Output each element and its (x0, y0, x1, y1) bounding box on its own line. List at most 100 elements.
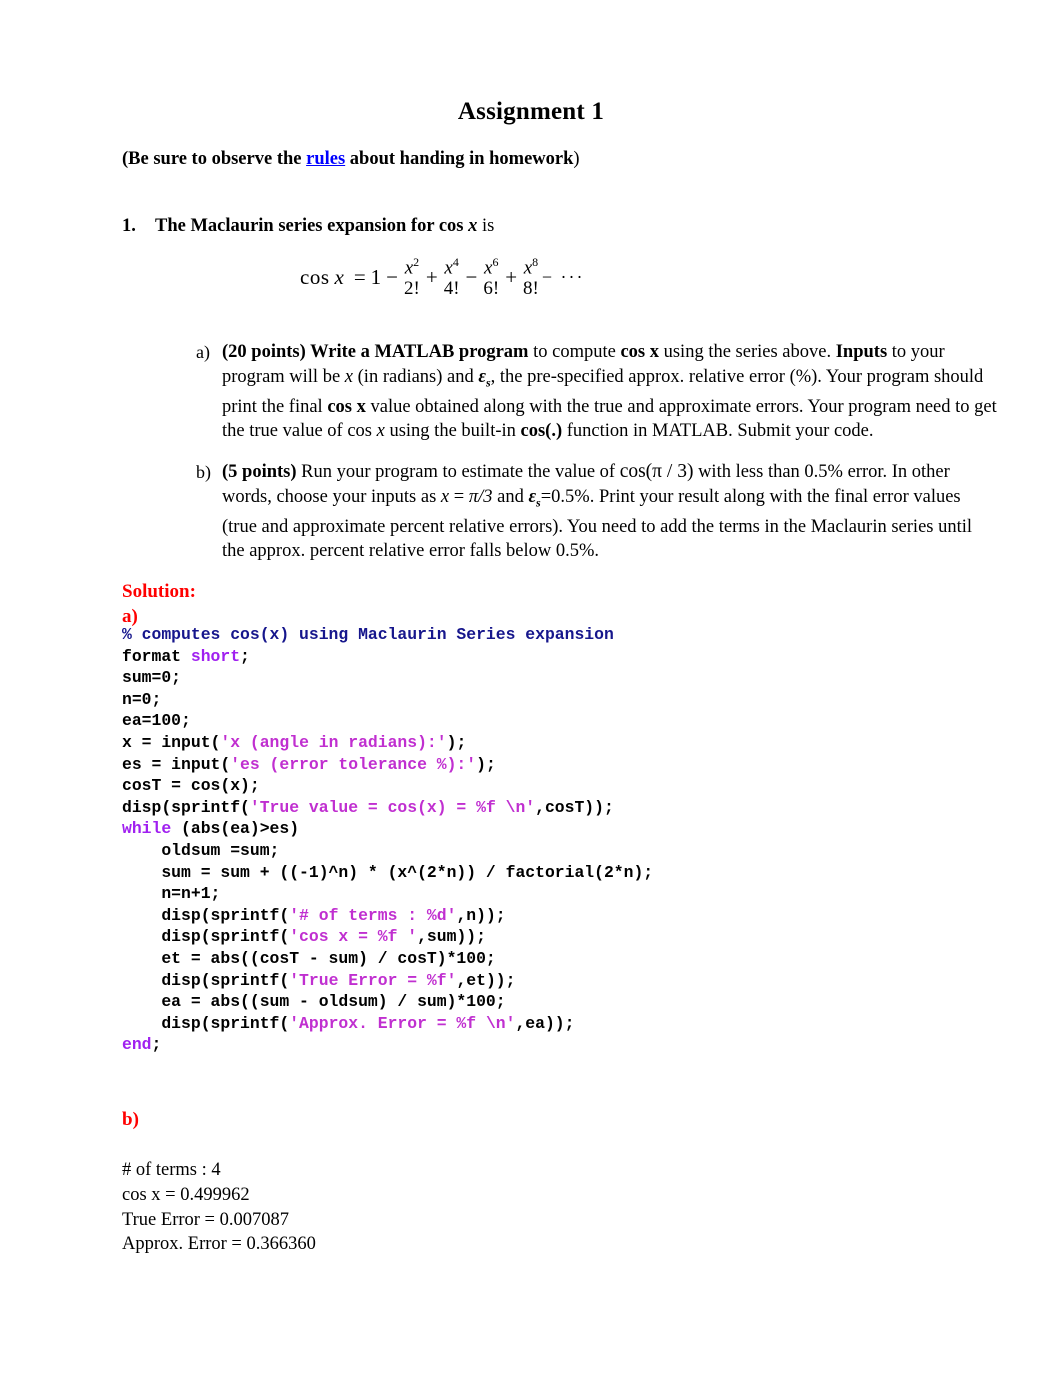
code-token-plain: disp(sprintf( (122, 970, 290, 990)
part-a-cos-dot: cos(.) (520, 421, 563, 442)
code-token-plain: ); (446, 732, 467, 752)
code-token-str: 'True value = cos(x) = %f \n' (249, 797, 536, 817)
part-a-cosx-2: cos x (327, 396, 366, 417)
part-b-epsilon: εs (528, 487, 540, 510)
code-token-plain: cosT = cos(x); (122, 776, 260, 796)
page-title: Assignment 1 (457, 98, 605, 125)
equation-fraction-2: x4 4! (444, 256, 460, 298)
result-line: Approx. Error = 0.366360 (122, 1234, 316, 1255)
code-line: sum=0; (122, 667, 653, 689)
code-token-comment: % computes cos(x) using Maclaurin Series… (122, 625, 614, 644)
problem-part-a: a) (20 points) Write a MATLAB program to… (196, 340, 998, 444)
solution-part-b-label: b) (122, 1109, 139, 1130)
equation-first-term: 1 (370, 264, 382, 289)
equation-lhs: cos (300, 264, 330, 289)
rules-link[interactable]: rules (306, 149, 345, 169)
program-output-results: # of terms : 4 cos x = 0.499962 True Error… (122, 1158, 316, 1257)
code-token-plain: oldsum =sum; (122, 840, 280, 860)
equation-fraction-4: x8 8! (523, 256, 539, 298)
code-token-plain: sum=0; (122, 668, 182, 688)
code-line: n=0; (122, 689, 653, 711)
code-line: n=n+1; (122, 883, 653, 905)
part-a-inputs: Inputs (835, 342, 888, 362)
code-token-str: 'x (angle in radians):' (220, 732, 447, 752)
equation-variable: x (334, 264, 344, 289)
numerator-base-2: x (444, 257, 453, 279)
fraction-denominator-3: 6! (483, 277, 500, 299)
numerator-base-1: x (404, 257, 414, 279)
code-token-plain: ea=100; (122, 711, 191, 731)
code-token-plain: et = abs((cosT - sum) / cosT)*100; (122, 948, 496, 968)
numerator-exponent-3: 6 (492, 255, 499, 269)
equation-ellipsis: − ··· (541, 267, 585, 288)
document-page: Assignment 1 (Be sure to observe the rul… (0, 0, 1062, 1377)
code-token-str: '# of terms : %d' (289, 905, 457, 925)
code-token-plain: ; (151, 1035, 162, 1055)
code-token-plain: ea = abs((sum - oldsum) / sum)*100; (122, 992, 506, 1012)
code-token-str: 'True Error = %f' (289, 970, 457, 990)
equation-sign-1: − (386, 264, 399, 289)
code-token-plain: ); (476, 754, 496, 774)
code-line: ea = abs((sum - oldsum) / sum)*100; (122, 991, 653, 1013)
code-line: x = input('x (angle in radians):'); (122, 732, 653, 754)
part-a-marker: a) (196, 342, 210, 362)
fraction-denominator-1: 2! (404, 277, 420, 299)
code-token-plain: disp(sprintf( (122, 1013, 290, 1033)
code-line: disp(sprintf('True Error = %f',et)); (122, 970, 653, 992)
code-line: end; (122, 1034, 653, 1056)
equation-fraction-3: x6 6! (483, 256, 499, 298)
fraction-numerator-3: x6 (484, 256, 498, 279)
homework-rules-note: (Be sure to observe the rules about hand… (122, 148, 580, 170)
problem-stem-text: The Maclaurin series expansion for cos (155, 216, 469, 236)
numerator-exponent-2: 4 (452, 255, 459, 269)
code-token-plain: disp(sprintf( (122, 927, 290, 947)
code-line: sum = sum + ((-1)^n) * (x^(2*n)) / facto… (122, 862, 653, 884)
numerator-exponent-1: 2 (413, 255, 420, 269)
epsilon-glyph-a: ε (478, 366, 486, 387)
fraction-numerator-2: x4 (444, 256, 458, 279)
problem-number: 1. (122, 216, 136, 236)
code-line: disp(sprintf('Approx. Error = %f \n',ea)… (122, 1013, 653, 1035)
fraction-denominator-4: 8! (523, 277, 539, 299)
part-a-text-1: to compute (528, 342, 621, 362)
note-prefix: (Be sure to observe the (122, 149, 307, 169)
code-line: oldsum =sum; (122, 840, 653, 862)
part-a-lead: Write a MATLAB program (310, 342, 529, 362)
code-token-plain: ,n)); (456, 905, 506, 925)
code-token-plain: x = input( (122, 732, 221, 752)
problem-part-b: b) (5 points) Run your program to estima… (196, 460, 998, 564)
code-line: while (abs(ea)>es) (122, 818, 653, 840)
part-b-body: (5 points) Run your program to estimate … (222, 460, 998, 564)
part-b-text-1: Run your program to estimate the value o… (296, 462, 620, 482)
part-b-points: (5 points) (222, 462, 297, 482)
code-line: et = abs((cosT - sum) / cosT)*100; (122, 948, 653, 970)
result-line: True Error = 0.007087 (122, 1209, 289, 1230)
code-line: cosT = cos(x); (122, 775, 653, 797)
code-token-plain: n=n+1; (122, 884, 221, 904)
note-tail: ) (573, 149, 580, 169)
code-token-plain: ,sum)); (417, 927, 486, 947)
code-line: disp(sprintf('True value = cos(x) = %f \… (122, 797, 653, 819)
part-a-points: (20 points) (222, 342, 306, 362)
result-line: cos x = 0.499962 (122, 1184, 250, 1205)
part-a-body: (20 points) Write a MATLAB program to co… (222, 340, 998, 444)
note-suffix: about handing in homework (345, 149, 574, 169)
numerator-base-4: x (523, 257, 533, 279)
code-token-plain: disp(sprintf( (122, 797, 250, 817)
part-a-var-x-1: x (344, 366, 354, 387)
code-token-plain: n=0; (122, 689, 162, 709)
code-line: % computes cos(x) using Maclaurin Series… (122, 624, 653, 646)
code-token-str: 'es (error tolerance %):' (230, 754, 477, 774)
code-token-str: 'cos x = %f ' (289, 927, 418, 947)
code-line: format short; (122, 646, 653, 668)
equation-fraction-1: x2 2! (404, 256, 420, 298)
problem-stem-tail: is (477, 216, 495, 236)
code-token-kw: short (190, 646, 241, 666)
code-token-kw: while (122, 819, 172, 839)
part-b-marker: b) (196, 462, 211, 482)
code-line: es = input('es (error tolerance %):'); (122, 754, 653, 776)
code-token-plain: es = input( (122, 754, 231, 774)
part-a-text-2: using the series above. (658, 342, 836, 362)
part-b-cos-pi-3: cos(π / 3) (619, 461, 694, 482)
fraction-numerator-1: x2 (405, 256, 419, 279)
